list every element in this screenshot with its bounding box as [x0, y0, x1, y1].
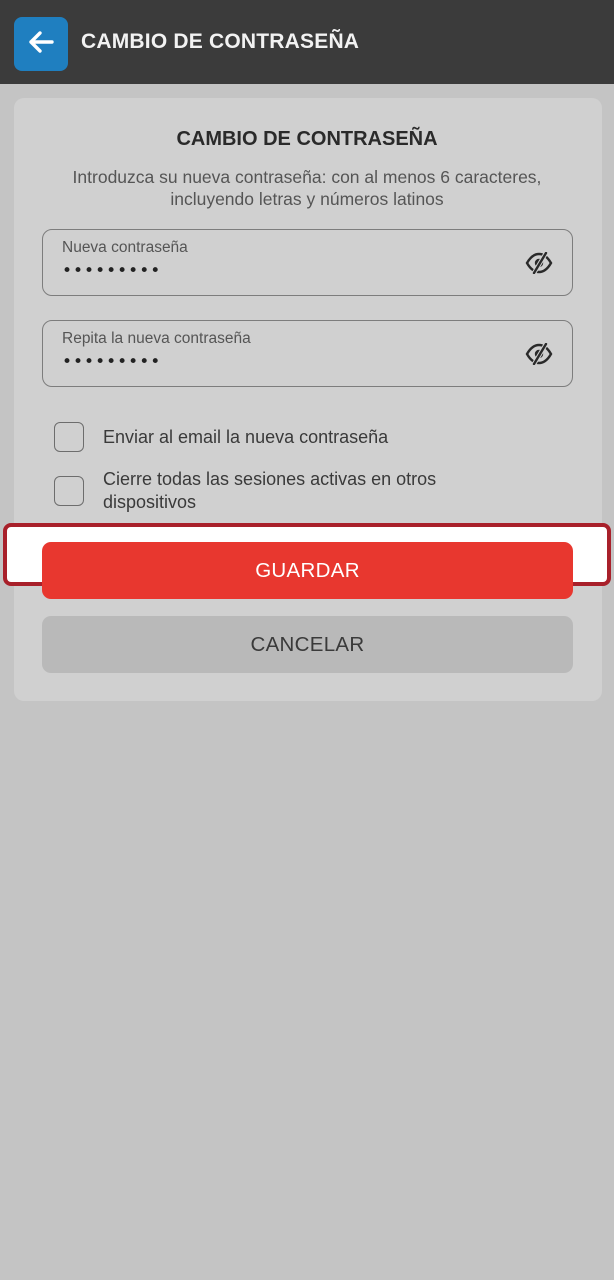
back-button[interactable] [14, 17, 68, 71]
email-checkbox-label: Enviar al email la nueva contraseña [103, 427, 389, 447]
new-password-input[interactable] [62, 261, 502, 281]
app-header: CAMBIO DE CONTRASEÑA [0, 0, 614, 84]
page-title: CAMBIO DE CONTRASEÑA [81, 30, 360, 53]
new-password-field[interactable]: Nueva contraseña [42, 229, 573, 296]
save-button[interactable]: GUARDAR [42, 542, 573, 599]
card-title: CAMBIO DE CONTRASEÑA [176, 128, 438, 150]
arrow-left-icon [27, 30, 55, 59]
close-sessions-checkbox[interactable] [54, 476, 84, 506]
new-password-label: Nueva contraseña [62, 239, 188, 256]
repeat-password-field[interactable]: Repita la nueva contraseña [42, 320, 573, 387]
repeat-password-input[interactable] [62, 352, 502, 372]
repeat-password-label: Repita la nueva contraseña [62, 330, 251, 347]
eye-slash-icon[interactable] [525, 249, 553, 277]
card-description: Introduzca su nueva contraseña: con al m… [72, 167, 542, 209]
email-checkbox[interactable] [54, 422, 84, 452]
eye-slash-icon[interactable] [525, 340, 553, 368]
close-sessions-checkbox-label: Cierre todas las sesiones activas en otr… [103, 469, 437, 512]
cancel-button[interactable]: CANCELAR [42, 616, 573, 673]
